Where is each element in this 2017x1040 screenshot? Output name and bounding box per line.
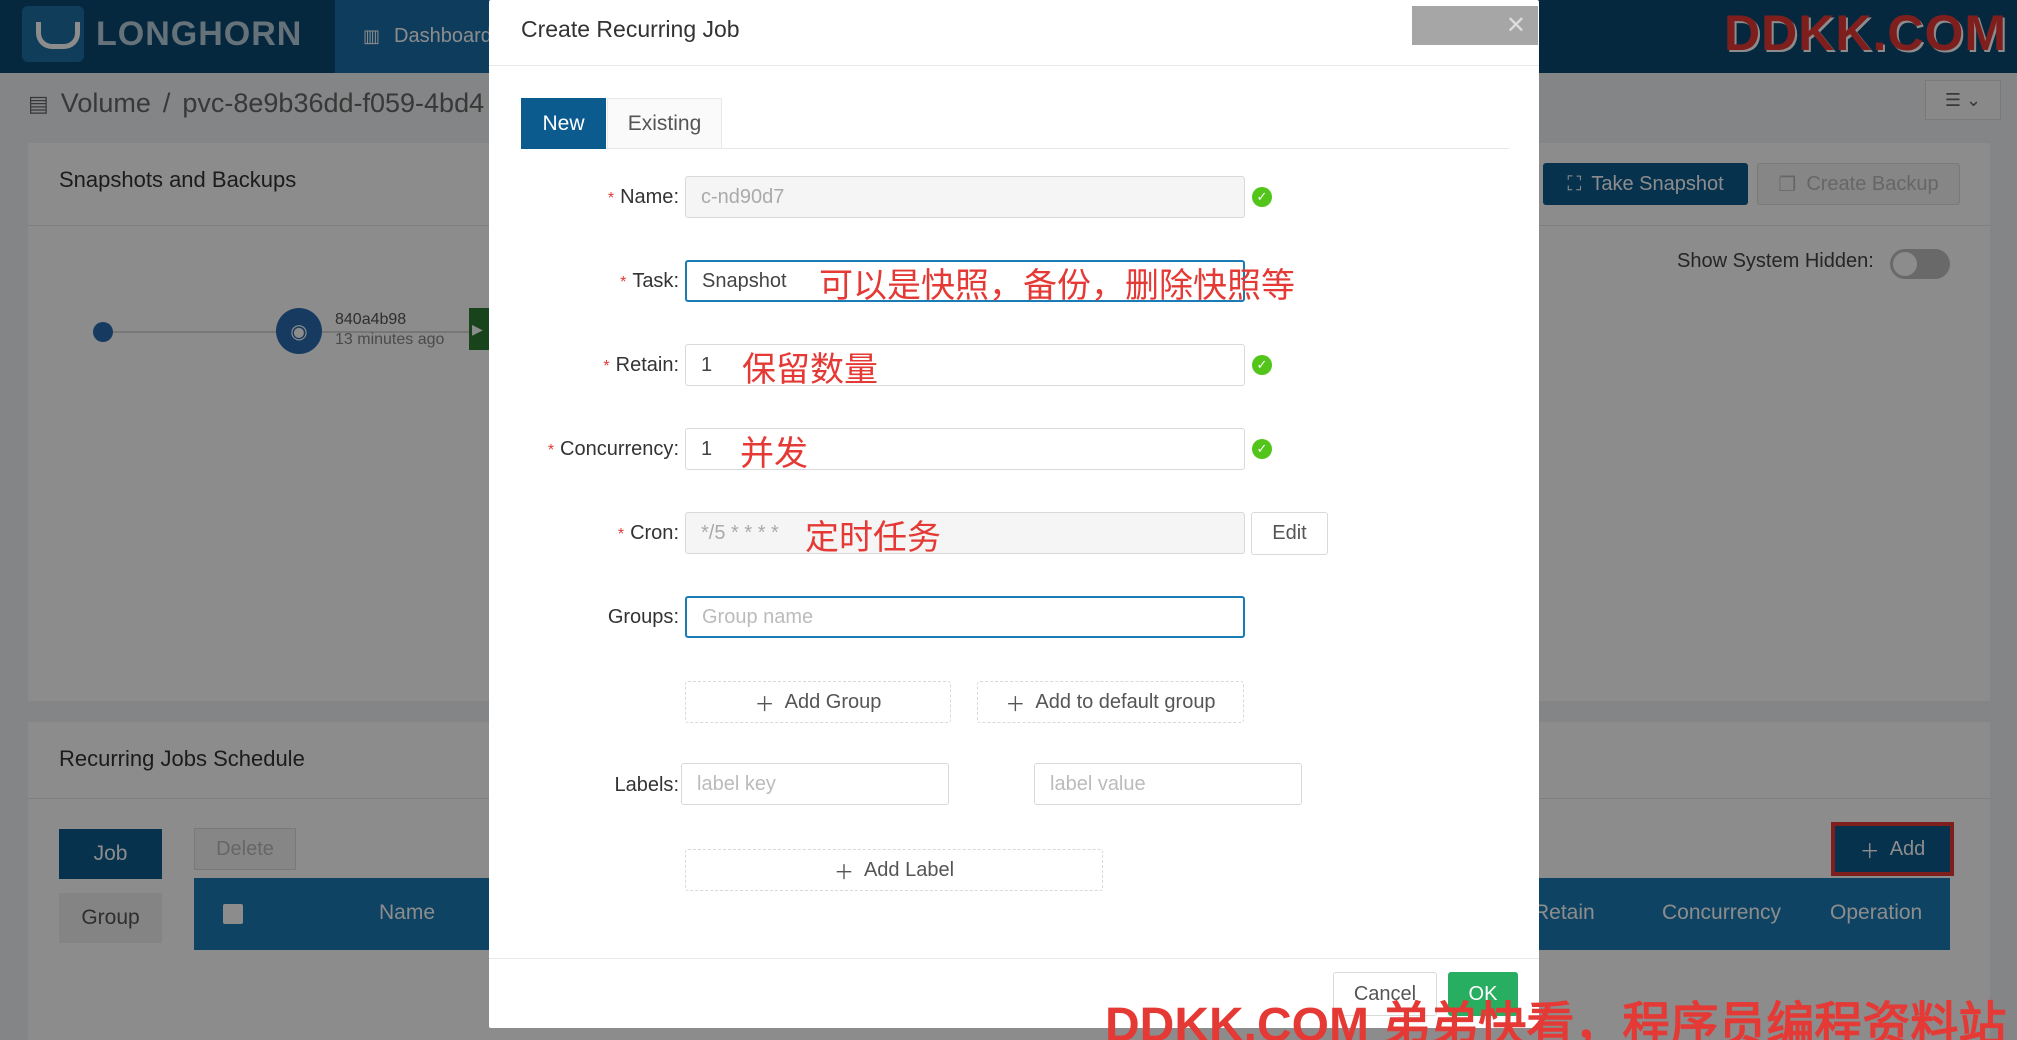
close-icon: ✕ — [1505, 12, 1526, 39]
add-to-default-group-button[interactable]: ＋ Add to default group — [977, 681, 1244, 723]
required-mark: * — [607, 190, 615, 207]
modal-header: Create Recurring Job ✕ — [489, 0, 1539, 66]
label-value-input[interactable]: label value — [1034, 763, 1302, 805]
add-label-button[interactable]: ＋ Add Label — [685, 849, 1103, 891]
name-input: c-nd90d7 — [685, 176, 1245, 218]
cron-input: */5 * * * * — [685, 512, 1245, 554]
retain-annotation: 保留数量 — [742, 350, 878, 390]
task-label-text: Task — [632, 270, 674, 292]
tab-existing[interactable]: Existing — [607, 98, 722, 149]
cron-edit-button[interactable]: Edit — [1251, 512, 1328, 555]
name-label: * Name: — [607, 186, 679, 208]
modal-footer-divider — [489, 958, 1539, 959]
plus-icon: ＋ — [1005, 693, 1026, 716]
retain-label-text: Retain — [615, 354, 674, 376]
required-mark: * — [547, 442, 555, 459]
add-group-label: Add Group — [784, 690, 882, 713]
retain-label: * Retain: — [603, 354, 679, 376]
groups-label-text: Groups — [607, 606, 674, 628]
plus-icon: ＋ — [754, 693, 775, 716]
label-key-input[interactable]: label key — [681, 763, 949, 805]
task-annotation: 可以是快照，备份，删除快照等 — [819, 266, 1295, 306]
cron-annotation: 定时任务 — [805, 518, 941, 558]
cron-label-text: Cron — [630, 522, 674, 544]
plus-icon: ＋ — [833, 861, 854, 884]
modal-title: Create Recurring Job — [521, 16, 740, 42]
add-label-text: Add Label — [863, 858, 955, 881]
tab-new[interactable]: New — [521, 98, 606, 149]
concurrency-annotation: 并发 — [740, 434, 808, 474]
required-mark: * — [620, 274, 627, 291]
required-mark: * — [603, 358, 610, 375]
concurrency-label: * Concurrency: — [547, 438, 679, 460]
watermark-bottom: DDKK.COM 弟弟快看，程序员编程资料站 — [1105, 999, 2007, 1040]
check-circle-icon: ✓ — [1252, 187, 1272, 207]
concurrency-label-text: Concurrency — [560, 438, 674, 460]
check-circle-icon: ✓ — [1252, 355, 1272, 375]
labels-label: Labels: — [614, 774, 680, 796]
check-circle-icon: ✓ — [1252, 439, 1272, 459]
groups-label: Groups: — [607, 606, 679, 628]
create-recurring-job-dialog: Create Recurring Job ✕ New Existing * Nam… — [489, 0, 1539, 1028]
labels-label-text: Labels — [614, 774, 674, 796]
required-mark: * — [617, 526, 625, 543]
add-group-button[interactable]: ＋ Add Group — [685, 681, 951, 723]
close-button[interactable]: ✕ — [1412, 6, 1538, 45]
job-source-tabs: New Existing — [521, 98, 1509, 149]
group-name-input[interactable]: Group name — [685, 596, 1245, 638]
task-label: * Task: — [620, 270, 679, 292]
name-label-text: Name — [620, 186, 674, 208]
add-default-group-label: Add to default group — [1035, 690, 1216, 713]
cron-label: * Cron: — [617, 522, 679, 544]
